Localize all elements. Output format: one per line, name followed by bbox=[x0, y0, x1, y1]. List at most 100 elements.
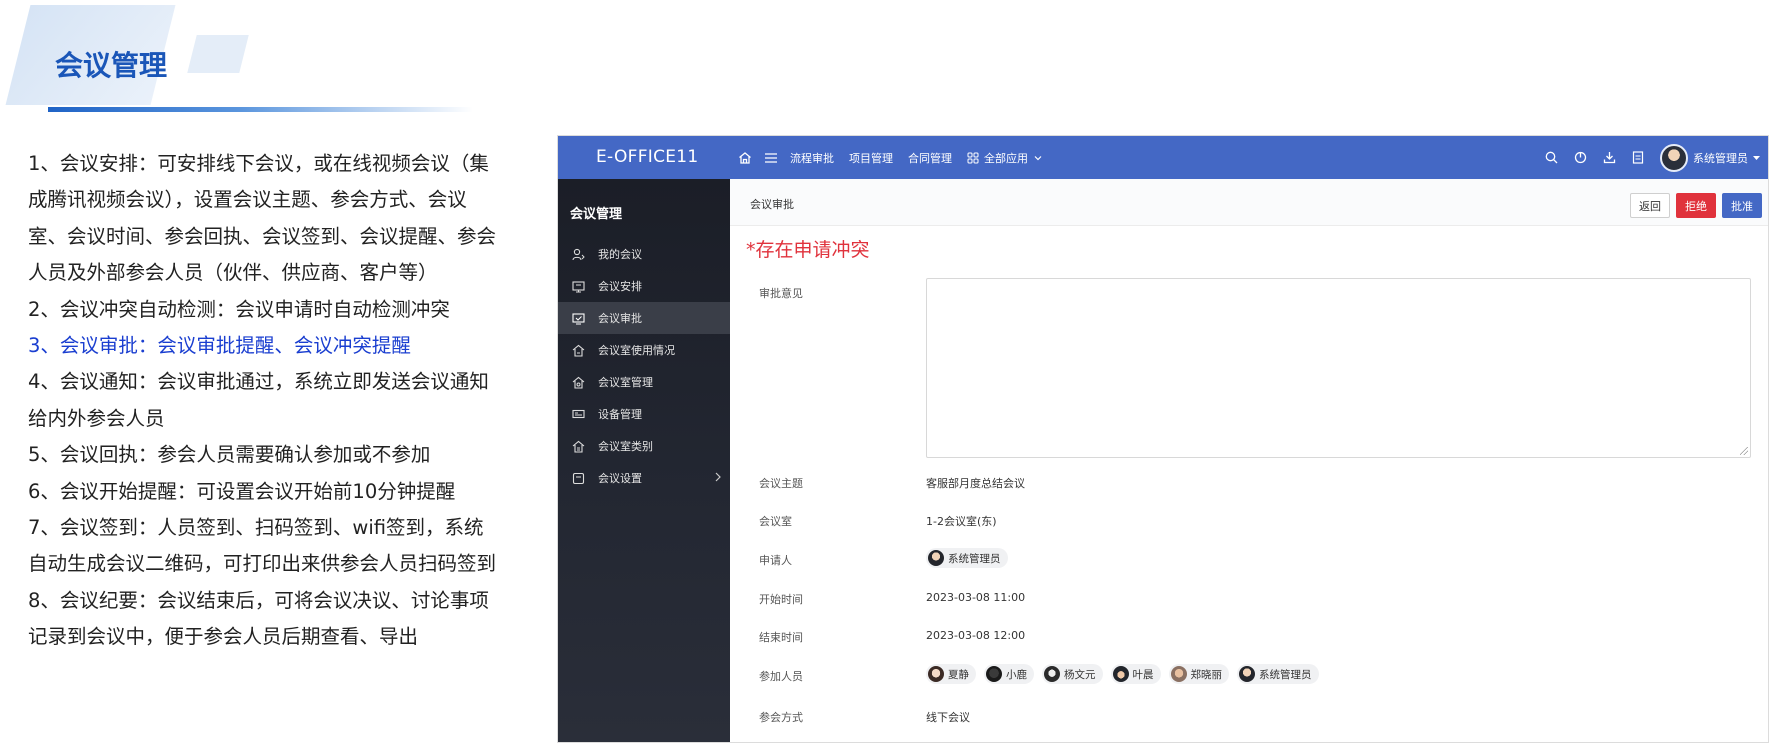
sidebar-item-arrangement[interactable]: 会议安排 bbox=[558, 270, 730, 302]
main-nav: 流程审批 项目管理 合同管理 全部应用 bbox=[738, 136, 1043, 179]
document-icon[interactable] bbox=[1632, 151, 1644, 164]
attendee-chip[interactable]: 叶晨 bbox=[1110, 664, 1161, 684]
approval-opinion-textarea[interactable] bbox=[926, 278, 1751, 458]
attendees-label: 参加人员 bbox=[759, 670, 803, 683]
room-value: 1-2会议室(东) bbox=[926, 515, 997, 528]
attendee-name: 郑晓丽 bbox=[1190, 668, 1223, 681]
chevron-down-icon bbox=[1034, 155, 1042, 160]
room-usage-icon bbox=[571, 343, 586, 358]
sidebar-item-label: 我的会议 bbox=[598, 248, 642, 261]
sidebar-item-label: 会议审批 bbox=[598, 312, 642, 325]
attendee-chip[interactable]: 杨文元 bbox=[1042, 664, 1103, 684]
all-apps-menu[interactable]: 全部应用 bbox=[967, 150, 1043, 166]
conflict-notice: *存在申请冲突 bbox=[746, 239, 870, 261]
sidebar-item-room-usage[interactable]: 会议室使用情况 bbox=[558, 334, 730, 366]
sidebar-item-label: 会议设置 bbox=[598, 472, 642, 485]
room-category-icon bbox=[571, 439, 586, 454]
sidebar-item-room-management[interactable]: 会议室管理 bbox=[558, 366, 730, 398]
top-toolbar: 系统管理员 bbox=[1545, 136, 1760, 179]
attendee-chip[interactable]: 小鹿 bbox=[984, 664, 1034, 684]
attendee-name: 夏静 bbox=[948, 668, 969, 681]
home-icon[interactable] bbox=[738, 151, 752, 165]
caret-down-icon bbox=[1753, 155, 1760, 160]
attendees-list: 夏静 小鹿 杨文元 叶晨 郑晓丽 系统管理员 bbox=[926, 664, 1319, 684]
applicant-value: 系统管理员 bbox=[926, 548, 1008, 568]
search-icon[interactable] bbox=[1545, 151, 1558, 164]
hamburger-icon[interactable] bbox=[764, 152, 778, 164]
avatar bbox=[1239, 666, 1255, 682]
user-meeting-icon bbox=[571, 247, 586, 262]
sidebar-item-my-meetings[interactable]: 我的会议 bbox=[558, 238, 730, 270]
sidebar-item-label: 会议室使用情况 bbox=[598, 344, 675, 357]
title-underline bbox=[48, 107, 473, 112]
download-icon[interactable] bbox=[1603, 151, 1616, 164]
feature-point: 2、会议冲突自动检测：会议申请时自动检测冲突 bbox=[28, 297, 450, 321]
nav-link-contract[interactable]: 合同管理 bbox=[908, 150, 952, 166]
sidebar-item-label: 设备管理 bbox=[598, 408, 642, 421]
attendee-name: 叶晨 bbox=[1132, 668, 1154, 681]
sidebar-menu: 我的会议 会议安排 会议审批 会议室使用情况 会议室管理 设备管理 会议室类别 … bbox=[558, 238, 730, 494]
room-manage-icon bbox=[571, 375, 586, 390]
attendee-chip[interactable]: 郑晓丽 bbox=[1168, 664, 1229, 684]
attendee-chip[interactable]: 系统管理员 bbox=[1237, 664, 1319, 684]
avatar bbox=[1170, 666, 1187, 682]
user-menu[interactable]: 系统管理员 bbox=[1660, 143, 1760, 172]
feature-point: 8、会议纪要：会议结束后，可将会议决议、讨论事项记录到会议中，便于参会人员后期查… bbox=[28, 588, 489, 649]
sidebar-item-settings[interactable]: 会议设置 bbox=[558, 462, 730, 494]
avatar bbox=[986, 666, 1002, 682]
reject-button[interactable]: 拒绝 bbox=[1676, 193, 1716, 218]
feature-point: 1、会议安排：可安排线下会议，或在线视频会议（集成腾讯视频会议），设置会议主题、… bbox=[28, 152, 497, 285]
start-time-label: 开始时间 bbox=[759, 593, 803, 606]
subject-value: 客服部月度总结会议 bbox=[926, 477, 1025, 490]
all-apps-label: 全部应用 bbox=[984, 151, 1028, 165]
power-icon[interactable] bbox=[1574, 151, 1587, 164]
sidebar-item-label: 会议室类别 bbox=[598, 440, 653, 453]
end-time-value: 2023-03-08 12:00 bbox=[926, 629, 1026, 642]
user-name: 系统管理员 bbox=[1693, 151, 1748, 165]
mode-value: 线下会议 bbox=[926, 711, 970, 724]
attendee-chip[interactable]: 夏静 bbox=[926, 664, 976, 684]
sidebar: 会议管理 我的会议 会议安排 会议审批 会议室使用情况 会议室管理 设备管理 会… bbox=[558, 179, 730, 742]
title-decoration-small bbox=[187, 35, 249, 73]
breadcrumb: 会议审批 bbox=[750, 198, 794, 211]
feature-description: 1、会议安排：可安排线下会议，或在线视频会议（集成腾讯视频会议），设置会议主题、… bbox=[28, 146, 498, 656]
sidebar-item-approval[interactable]: 会议审批 bbox=[558, 302, 730, 334]
feature-point: 4、会议通知：会议审批通过，系统立即发送会议通知给内外参会人员 bbox=[28, 370, 489, 430]
slide-title: 会议管理 bbox=[55, 49, 168, 82]
sidebar-item-devices[interactable]: 设备管理 bbox=[558, 398, 730, 430]
approve-button[interactable]: 批准 bbox=[1722, 193, 1762, 218]
back-button[interactable]: 返回 bbox=[1630, 193, 1670, 218]
attendee-name: 系统管理员 bbox=[1259, 668, 1312, 681]
device-icon bbox=[571, 407, 586, 422]
avatar bbox=[1112, 666, 1129, 682]
avatar bbox=[1660, 143, 1688, 172]
sidebar-item-label: 会议室管理 bbox=[598, 376, 653, 389]
avatar bbox=[928, 550, 944, 566]
start-time-value: 2023-03-08 11:00 bbox=[926, 591, 1026, 604]
room-label: 会议室 bbox=[759, 515, 792, 528]
subject-label: 会议主题 bbox=[759, 477, 803, 490]
sidebar-item-label: 会议安排 bbox=[598, 280, 642, 293]
top-navigation-bar: E-OFFICE11 流程审批 项目管理 合同管理 全部应用 系统管理员 bbox=[558, 136, 1768, 179]
user-chip[interactable]: 系统管理员 bbox=[926, 548, 1008, 568]
page-header: 会议审批 返回 拒绝 批准 bbox=[730, 179, 1768, 226]
brand-logo[interactable]: E-OFFICE11 bbox=[596, 147, 699, 167]
sidebar-item-room-category[interactable]: 会议室类别 bbox=[558, 430, 730, 462]
feature-point: 7、会议签到：人员签到、扫码签到、wifi签到，系统自动生成会议二维码，可打印出… bbox=[28, 516, 497, 576]
nav-link-process[interactable]: 流程审批 bbox=[790, 150, 834, 166]
opinion-label: 审批意见 bbox=[759, 287, 803, 300]
feature-point: 6、会议开始提醒：可设置会议开始前10分钟提醒 bbox=[28, 479, 456, 503]
mode-label: 参会方式 bbox=[759, 711, 803, 724]
settings-icon bbox=[571, 471, 586, 486]
feature-point-highlighted: 3、会议审批：会议审批提醒、会议冲突提醒 bbox=[28, 334, 411, 358]
calendar-icon bbox=[571, 279, 586, 294]
approval-icon bbox=[571, 311, 586, 326]
app-window: E-OFFICE11 流程审批 项目管理 合同管理 全部应用 系统管理员 会议管… bbox=[557, 135, 1769, 743]
main-content: 会议审批 返回 拒绝 批准 *存在申请冲突 审批意见 会议主题 客服部月度总结会… bbox=[730, 179, 1768, 742]
chevron-right-icon bbox=[715, 472, 721, 482]
nav-link-project[interactable]: 项目管理 bbox=[849, 150, 893, 166]
user-chip-name: 系统管理员 bbox=[948, 552, 1001, 565]
resize-handle[interactable] bbox=[1740, 447, 1748, 455]
grid-icon bbox=[967, 152, 979, 163]
avatar bbox=[928, 666, 944, 682]
